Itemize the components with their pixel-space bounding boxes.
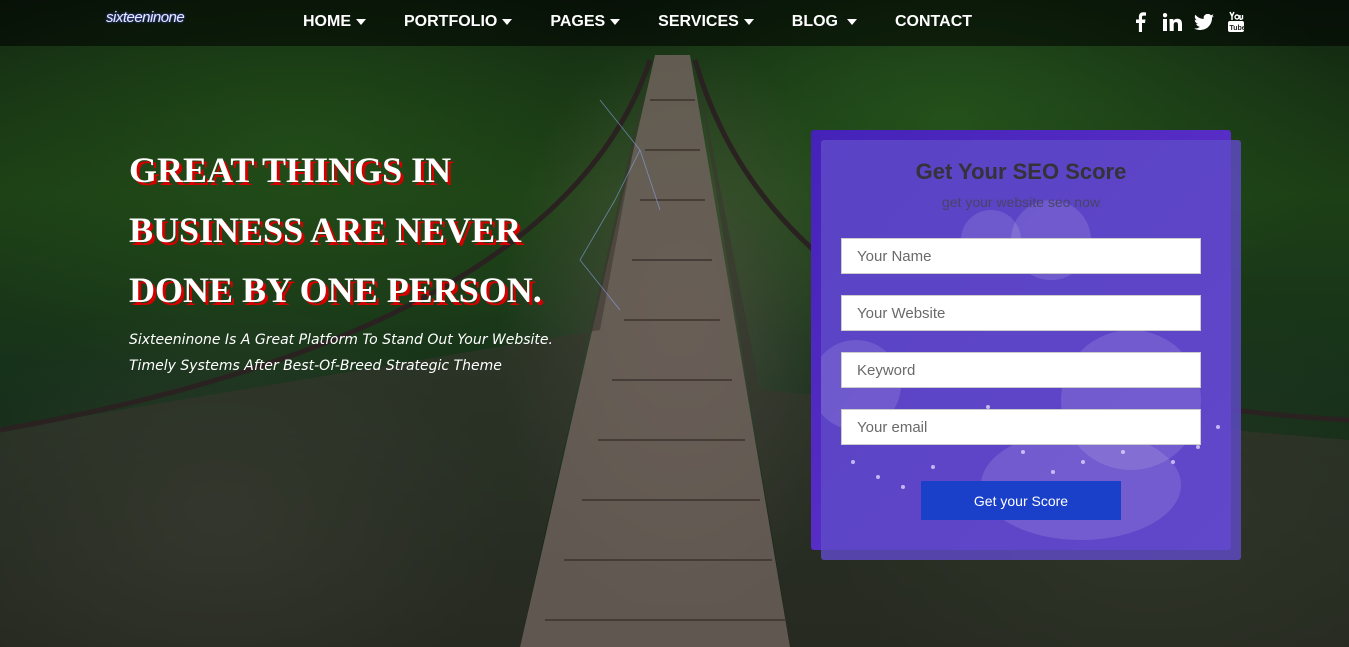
seo-score-card: Get Your SEO Score get your website seo … <box>821 140 1241 560</box>
logo[interactable]: sixteeninone <box>106 9 185 26</box>
caret-down-icon <box>502 19 513 25</box>
decor-dot <box>1021 450 1025 454</box>
caret-down-icon <box>610 19 621 25</box>
decor-dot <box>1081 460 1085 464</box>
decor-dot <box>1196 445 1200 449</box>
social-links: Tube <box>1124 10 1252 34</box>
headline-line: DONE BY ONE PERSON. <box>129 270 542 310</box>
seo-card-subtitle: get your website seo now <box>942 194 1100 210</box>
decor-dot <box>931 465 935 469</box>
caret-down-icon <box>847 19 857 25</box>
youtube-icon[interactable]: Tube <box>1220 10 1252 34</box>
nav-contact[interactable]: CONTACT <box>895 13 972 31</box>
get-score-button[interactable]: Get your Score <box>921 481 1121 520</box>
hero-headline: GREAT THINGS IN BUSINESS ARE NEVER DONE … <box>129 140 569 320</box>
nav-services[interactable]: SERVICES <box>658 13 754 31</box>
keyword-field[interactable] <box>841 352 1201 388</box>
nav-blog-label: BLOG <box>791 13 838 30</box>
decor-dot <box>1216 425 1220 429</box>
nav-portfolio-label: PORTFOLIO <box>404 13 498 30</box>
decor-dot <box>901 485 905 489</box>
decor-dot <box>1171 460 1175 464</box>
nav-home-label: HOME <box>303 13 351 30</box>
headline-line: BUSINESS ARE NEVER <box>129 210 522 250</box>
nav-services-label: SERVICES <box>658 13 739 30</box>
headline-line: GREAT THINGS IN <box>129 150 452 190</box>
nav-pages[interactable]: PAGES <box>550 13 621 31</box>
linkedin-icon[interactable] <box>1156 10 1188 34</box>
decor-dot <box>1121 450 1125 454</box>
hero-tagline: Sixteeninone Is A Great Platform To Stan… <box>129 332 553 374</box>
caret-down-icon <box>743 19 754 25</box>
caret-down-icon <box>356 19 366 25</box>
nav-home[interactable]: HOME <box>303 13 366 31</box>
nav-portfolio[interactable]: PORTFOLIO <box>404 13 513 31</box>
svg-text:Tube: Tube <box>1230 25 1246 32</box>
twitter-icon[interactable] <box>1188 10 1220 34</box>
name-field[interactable] <box>841 238 1201 274</box>
email-field[interactable] <box>841 409 1201 445</box>
website-field[interactable] <box>841 295 1201 331</box>
main-nav: HOME PORTFOLIO PAGES SERVICES BLOG CONTA… <box>303 13 1010 31</box>
facebook-icon[interactable] <box>1124 10 1156 34</box>
top-navbar: sixteeninone HOME PORTFOLIO PAGES SERVIC… <box>0 0 1349 46</box>
nav-pages-label: PAGES <box>550 13 606 30</box>
seo-card-title: Get Your SEO Score <box>915 159 1127 184</box>
nav-contact-label: CONTACT <box>895 13 973 30</box>
nav-blog[interactable]: BLOG <box>792 13 857 31</box>
decor-dot <box>851 460 855 464</box>
decor-dot <box>1051 470 1055 474</box>
decor-dot <box>876 475 880 479</box>
